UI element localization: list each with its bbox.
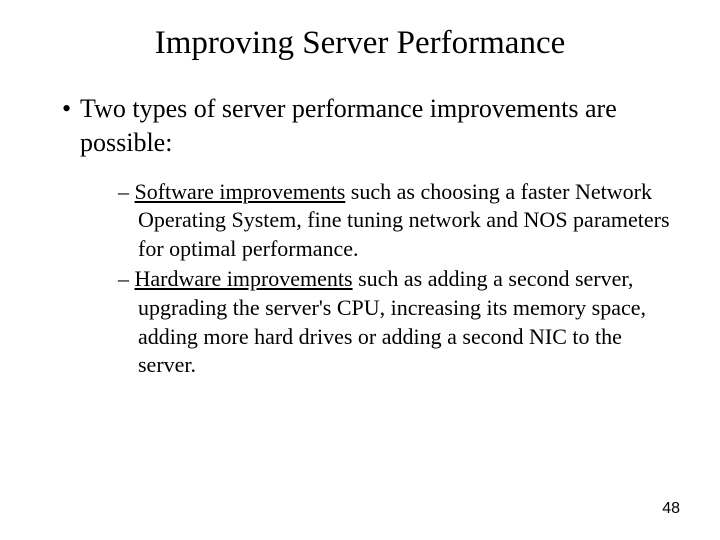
page-number: 48 [662,500,680,518]
underlined-term: Software improvements [135,179,346,204]
dash-marker: – [118,266,129,291]
bullet-marker: • [62,92,80,126]
underlined-term: Hardware improvements [135,266,353,291]
bullet-item-main: •Two types of server performance improve… [50,92,670,160]
slide-title: Improving Server Performance [50,25,670,62]
sub-item-software: – Software improvements such as choosing… [50,178,670,264]
dash-marker: – [118,179,129,204]
bullet-text: Two types of server performance improvem… [80,94,617,157]
sub-item-hardware: – Hardware improvements such as adding a… [50,265,670,379]
